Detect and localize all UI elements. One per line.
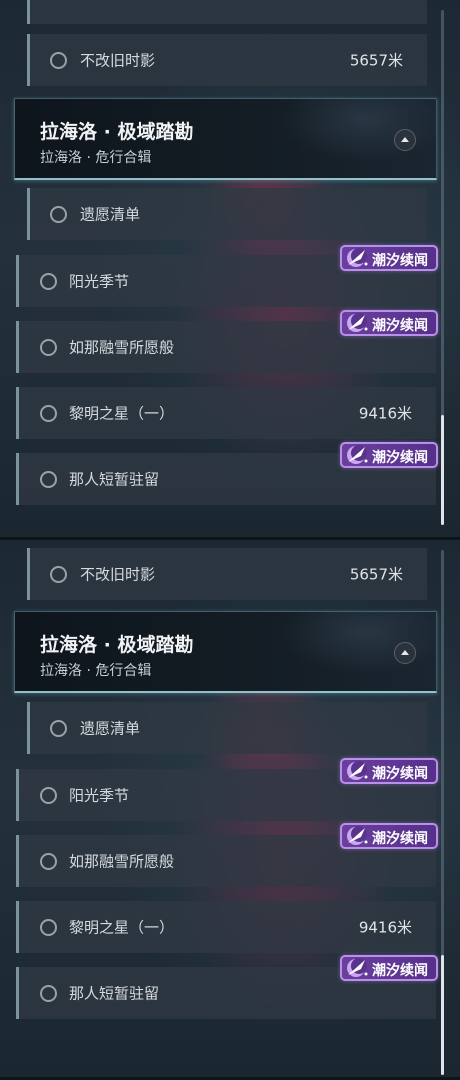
badge-label: 潮汐续闻: [372, 450, 428, 466]
quest-item[interactable]: 不改旧时影 5657米: [27, 548, 427, 600]
badge-label: 潮汐续闻: [372, 831, 428, 847]
quest-name: 阳光季节: [69, 272, 130, 291]
scrollbar-thumb[interactable]: [441, 415, 444, 525]
quest-name: 不改旧时影: [80, 51, 156, 70]
quest-item[interactable]: 黎明之星（一） 9416米: [16, 901, 436, 953]
quest-name: 遗愿清单: [80, 205, 141, 224]
quest-item-partial[interactable]: [27, 0, 427, 24]
badge-label: 潮汐续闻: [372, 963, 428, 979]
tide-badge: 潮汐续闻: [340, 310, 438, 336]
circle-icon: [50, 52, 67, 69]
quest-panel-bottom: 不改旧时影 5657米 拉海洛 · 极域踏勘 拉海洛 · 危行合辑 遗愿清单 阳…: [0, 540, 460, 1080]
circle-icon: [40, 471, 57, 488]
quest-name: 黎明之星（一）: [69, 918, 175, 937]
region-subtitle: 拉海洛 · 危行合辑: [40, 150, 152, 166]
quest-item[interactable]: 遗愿清单: [27, 702, 427, 754]
quest-item[interactable]: 遗愿清单: [27, 188, 427, 240]
tide-badge: 潮汐续闻: [340, 442, 438, 468]
quest-name: 如那融雪所愿般: [69, 852, 175, 871]
circle-icon: [50, 206, 67, 223]
badge-label: 潮汐续闻: [372, 766, 428, 782]
circle-icon: [40, 339, 57, 356]
circle-icon: [40, 787, 57, 804]
circle-icon: [40, 919, 57, 936]
quest-item[interactable]: 黎明之星（一） 9416米: [16, 387, 436, 439]
tide-badge: 潮汐续闻: [340, 823, 438, 849]
chevron-up-icon[interactable]: [394, 642, 416, 664]
quest-item[interactable]: 不改旧时影 5657米: [27, 34, 427, 86]
circle-icon: [40, 273, 57, 290]
tide-badge: 潮汐续闻: [340, 758, 438, 784]
region-title: 拉海洛 · 极域踏勘: [40, 121, 194, 143]
quest-name: 阳光季节: [69, 786, 130, 805]
tide-crescent-icon: [347, 826, 368, 845]
quest-panel-top: 不改旧时影 5657米 拉海洛 · 极域踏勘 拉海洛 · 危行合辑 遗愿清单 阳…: [0, 0, 460, 540]
region-title: 拉海洛 · 极域踏勘: [40, 634, 194, 656]
scrollbar-thumb[interactable]: [441, 955, 444, 1075]
quest-distance: 5657米: [349, 51, 403, 70]
quest-name: 那人短暂驻留: [69, 984, 160, 1003]
badge-label: 潮汐续闻: [372, 318, 428, 334]
circle-icon: [40, 985, 57, 1002]
circle-icon: [40, 853, 57, 870]
tide-crescent-icon: [347, 313, 368, 332]
circle-icon: [50, 720, 67, 737]
region-header[interactable]: 拉海洛 · 极域踏勘 拉海洛 · 危行合辑: [14, 98, 437, 180]
quest-distance: 9416米: [358, 918, 412, 937]
tide-badge: 潮汐续闻: [340, 245, 438, 271]
quest-name: 那人短暂驻留: [69, 470, 160, 489]
tide-crescent-icon: [347, 761, 368, 780]
region-subtitle: 拉海洛 · 危行合辑: [40, 663, 152, 679]
tide-badge: 潮汐续闻: [340, 955, 438, 981]
tide-crescent-icon: [347, 958, 368, 977]
quest-distance: 5657米: [349, 565, 403, 584]
circle-icon: [40, 405, 57, 422]
tide-crescent-icon: [347, 248, 368, 267]
quest-name: 遗愿清单: [80, 719, 141, 738]
quest-distance: 9416米: [358, 404, 412, 423]
circle-icon: [50, 566, 67, 583]
region-header[interactable]: 拉海洛 · 极域踏勘 拉海洛 · 危行合辑: [14, 611, 437, 693]
quest-name: 如那融雪所愿般: [69, 338, 175, 357]
badge-label: 潮汐续闻: [372, 253, 428, 269]
chevron-up-icon[interactable]: [394, 129, 416, 151]
quest-name: 黎明之星（一）: [69, 404, 175, 423]
quest-name: 不改旧时影: [80, 565, 156, 584]
tide-crescent-icon: [347, 445, 368, 464]
